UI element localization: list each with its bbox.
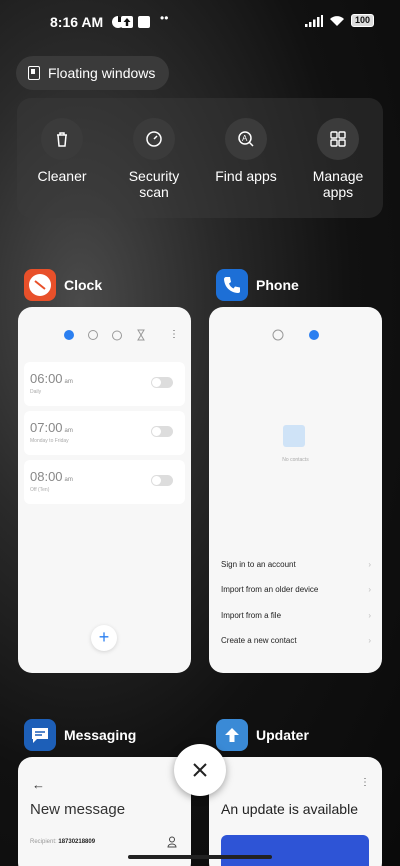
alarm-repeat: Monday to Friday xyxy=(30,438,69,444)
add-alarm-button[interactable]: + xyxy=(91,625,117,651)
floating-windows-label: Floating windows xyxy=(48,65,156,81)
cleaner-button[interactable]: Cleaner xyxy=(17,118,107,184)
alarm-tab-icon[interactable] xyxy=(63,329,75,341)
svg-text:A: A xyxy=(242,134,248,143)
floating-window-icon xyxy=(28,66,40,80)
manage-apps-label: Manage apps xyxy=(312,168,364,200)
alarm-repeat: Off (Ten) xyxy=(30,487,50,493)
alarm-ampm: am xyxy=(64,379,73,385)
manage-apps-button[interactable]: Manage apps xyxy=(293,118,383,200)
alarm-row[interactable]: 07:00 am Monday to Friday xyxy=(24,411,185,455)
timer-tab-icon[interactable] xyxy=(135,329,147,341)
messaging-app-card[interactable]: ← New message Recipient: 18730218809 xyxy=(18,757,191,866)
alarm-time: 08:00 xyxy=(30,469,63,484)
quick-tools-panel: Cleaner Security scan A Find apps Manage a… xyxy=(17,98,383,218)
messaging-app-header[interactable]: Messaging xyxy=(24,719,136,751)
alarm-ampm: am xyxy=(64,477,73,483)
import-file-link[interactable]: Import from a file › xyxy=(221,611,371,620)
chevron-right-icon: › xyxy=(368,611,371,620)
search-apps-icon: A xyxy=(225,118,267,160)
import-older-device-link[interactable]: Import from an older device › xyxy=(221,585,371,594)
phone-app-header[interactable]: Phone xyxy=(216,269,299,301)
messaging-app-icon xyxy=(24,719,56,751)
home-indicator[interactable] xyxy=(128,855,272,859)
messaging-app-name: Messaging xyxy=(64,727,137,743)
chevron-right-icon: › xyxy=(368,560,371,569)
stopwatch-tab-icon[interactable] xyxy=(111,329,123,341)
update-available-title: An update is available xyxy=(221,801,358,817)
signal-icon xyxy=(304,14,323,27)
contact-picker-icon[interactable] xyxy=(167,836,177,848)
upload-icon xyxy=(121,16,133,28)
clock-tabs xyxy=(18,329,191,341)
updater-app-icon xyxy=(216,719,248,751)
contacts-tab-icon[interactable] xyxy=(308,329,320,341)
cleaner-label: Cleaner xyxy=(37,168,87,184)
status-time: 8:16 AM xyxy=(50,14,104,30)
update-banner-image xyxy=(221,835,369,866)
security-scan-label: Security scan xyxy=(128,168,180,200)
clock-app-card[interactable]: ⋮ 06:00 am Daily 07:00 am Monday to Friday… xyxy=(18,307,191,673)
phone-app-card[interactable]: No contacts Sign in to an account › Impor… xyxy=(209,307,382,673)
no-contacts-text: No contacts xyxy=(282,457,309,463)
find-apps-label: Find apps xyxy=(215,168,277,184)
world-clock-tab-icon[interactable] xyxy=(87,329,99,341)
clock-app-name: Clock xyxy=(64,277,103,293)
sign-in-link[interactable]: Sign in to an account › xyxy=(221,560,371,569)
clock-app-icon xyxy=(24,269,56,301)
close-icon xyxy=(193,763,207,777)
updater-app-header[interactable]: Updater xyxy=(216,719,309,751)
alarm-row[interactable]: 06:00 am Daily xyxy=(24,362,185,406)
security-scan-button[interactable]: Security scan xyxy=(109,118,199,200)
call-log-tab-icon[interactable] xyxy=(272,329,284,341)
trash-icon xyxy=(41,118,83,160)
alarm-time: 06:00 xyxy=(30,371,63,386)
alarm-time: 07:00 xyxy=(30,420,63,435)
alarm-toggle[interactable] xyxy=(151,426,173,437)
phone-app-icon xyxy=(216,269,248,301)
find-apps-button[interactable]: A Find apps xyxy=(201,118,291,184)
status-bar: 8:16 AM •• 100 xyxy=(0,0,400,44)
battery-icon: 100 xyxy=(350,14,374,27)
close-all-button[interactable] xyxy=(174,744,226,796)
shield-gauge-icon xyxy=(133,118,175,160)
alarm-row[interactable]: 08:00 am Off (Ten) xyxy=(24,460,185,504)
alarm-toggle[interactable] xyxy=(151,377,173,388)
phone-tabs xyxy=(209,329,382,341)
more-options-icon[interactable]: ⋮ xyxy=(169,329,179,340)
clock-app-header[interactable]: Clock xyxy=(24,269,102,301)
more-notifications-icon: •• xyxy=(160,11,169,25)
phone-app-name: Phone xyxy=(256,277,299,293)
alarm-toggle[interactable] xyxy=(151,475,173,486)
chevron-right-icon: › xyxy=(368,585,371,594)
more-options-icon[interactable]: ⋮ xyxy=(360,777,370,788)
alarm-ampm: am xyxy=(64,428,73,434)
create-contact-link[interactable]: Create a new contact › xyxy=(221,636,371,645)
new-message-title: New message xyxy=(30,801,126,818)
alarm-repeat: Daily xyxy=(30,389,42,395)
updater-app-name: Updater xyxy=(256,727,309,743)
chevron-right-icon: › xyxy=(368,636,371,645)
recipient-field[interactable]: Recipient: 18730218809 xyxy=(30,839,95,845)
no-contacts-icon xyxy=(283,425,305,447)
wifi-icon xyxy=(329,15,344,26)
updater-app-card[interactable]: ⋮ An update is available xyxy=(209,757,382,866)
image-icon xyxy=(138,16,150,28)
grid-icon xyxy=(317,118,359,160)
floating-windows-button[interactable]: Floating windows xyxy=(16,56,170,90)
back-arrow-icon[interactable]: ← xyxy=(32,777,45,792)
